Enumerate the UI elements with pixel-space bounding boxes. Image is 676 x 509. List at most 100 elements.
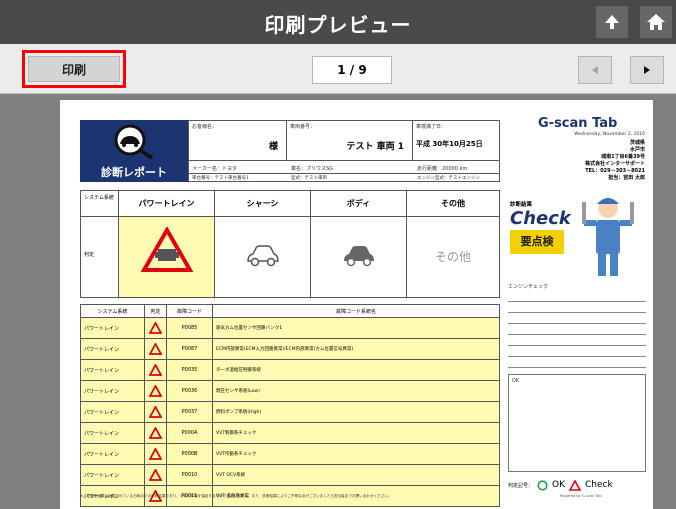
registration-value: 平成 30年10月25日 (416, 140, 483, 148)
gscan-logo: G-scan Tab (538, 116, 618, 131)
check-status-badge: 要点検 (510, 230, 564, 254)
page-indicator: 1 / 9 (312, 56, 392, 84)
table-row: パワートレイン P0010 VVT OCV系統 (80, 464, 500, 486)
warning-triangle-icon (148, 320, 163, 334)
row-code: P0087 (166, 338, 213, 360)
table-row: パワートレイン P0035 ターボ過給圧制御系統 (80, 359, 500, 381)
warning-triangle-icon (148, 341, 163, 355)
row-judge (144, 380, 167, 402)
row-description: 燃圧センサ系統(Low) (212, 380, 500, 402)
home-icon (647, 14, 665, 30)
other-status: その他 (434, 250, 471, 264)
row-system: パワートレイン (80, 464, 145, 486)
comment-text: OK (512, 378, 520, 384)
row-judge (144, 422, 167, 444)
print-button[interactable]: 印刷 (28, 56, 120, 82)
row-system: パワートレイン (80, 317, 145, 339)
triangle-right-icon (644, 66, 650, 74)
triangle-left-icon (592, 66, 598, 74)
check-result-label: 診断結果 (510, 202, 533, 208)
vehicle-info: お客様名： 様 車両番号： テスト 車両 1 車検満了日： 平成 30年10月2… (188, 120, 500, 182)
row-code: P0010 (166, 464, 213, 486)
vehicle-value: テスト 車両 1 (346, 142, 404, 152)
car-filled-icon (344, 246, 374, 267)
warning-triangle-icon (141, 227, 193, 272)
report-title: 診断レポート (101, 166, 167, 179)
shop-info: 茨城県 水戸市 城南1丁目6番39号 株式会社インターサポート TEL：029－… (585, 140, 645, 181)
footer-credit: Powered by G-scan Tab (560, 494, 602, 498)
row-code: P0037 (166, 401, 213, 423)
row-description: 燃料ポンプ系統(High) (212, 401, 500, 423)
col-powertrain: パワートレイン (119, 191, 215, 217)
engine-check-label: エンジンチェック (508, 284, 549, 290)
title-bar: 印刷プレビュー (0, 0, 676, 44)
legend-label: 判定記号： (508, 482, 534, 489)
judge-row-label: 判定 (81, 217, 119, 297)
warning-triangle-icon (148, 404, 163, 418)
ok-circle-icon (537, 479, 548, 491)
report-date: Wednesday, November 2, 2016 (574, 132, 645, 137)
print-button-highlight[interactable]: 印刷 (22, 50, 126, 88)
customer-value: 様 (268, 142, 278, 152)
engine-check-lines (508, 290, 646, 378)
row-description: VVT OCV系統 (212, 464, 500, 486)
row-judge (144, 464, 167, 486)
warning-triangle-icon (148, 425, 163, 439)
vehicle-label: 車両番号： (290, 124, 316, 130)
model: 型式：テスト車両 (291, 176, 327, 181)
report-badge: 診断レポート (80, 120, 188, 182)
row-system: パワートレイン (80, 401, 145, 423)
mechanic-icon (582, 198, 634, 276)
table-row: パワートレイン P0085 吸気カム位置センサ回路バンク1 (80, 317, 500, 339)
car-outline-icon (247, 245, 279, 267)
row-description: ECM内部異常(ECM入力回路異常)/ECM内部異常(カム位置信号異常) (212, 338, 500, 360)
footer-note: ※この診断結果は記載されている日時点での診断結果であり、今後の状態を保証するもの… (80, 494, 392, 498)
legend-ok: OK (552, 480, 566, 490)
legend: 判定記号： OK Check (508, 478, 648, 492)
home-button[interactable] (640, 6, 672, 38)
row-system: パワートレイン (80, 338, 145, 360)
row-judge (144, 443, 167, 465)
chassis-number: 車台番号：テスト車台番号1 (192, 176, 249, 181)
system-grid: システム系統 パワートレイン シャーシ ボディ その他 判定 その他 (80, 190, 500, 298)
row-code: P0035 (166, 359, 213, 381)
table-row: パワートレイン P000A VVT制御系チェック (80, 422, 500, 444)
row-code: P0085 (166, 317, 213, 339)
car-name: 車名：プリウスSG (291, 166, 334, 172)
registration-label: 車検満了日： (416, 124, 447, 130)
col-chassis: シャーシ (215, 191, 311, 217)
next-page-button[interactable] (630, 56, 664, 84)
fault-code-table: システム系統 判定 故障コード 故障コード系統名 パワートレイン P0085 吸気カ… (80, 304, 500, 507)
row-system: パワートレイン (80, 380, 145, 402)
row-judge (144, 401, 167, 423)
table-row: パワートレイン P0087 ECM内部異常(ECM入力回路異常)/ECM内部異常(カ… (80, 338, 500, 360)
check-triangle-icon (569, 479, 582, 491)
codes-header-name: 故障コード系統名 (212, 304, 500, 318)
row-system: パワートレイン (80, 422, 145, 444)
codes-header-code: 故障コード (166, 304, 213, 318)
row-judge (144, 317, 167, 339)
row-system: パワートレイン (80, 443, 145, 465)
window-title: 印刷プレビュー (264, 13, 412, 37)
report-page: 診断レポート お客様名： 様 車両番号： テスト 車両 1 車検満了日： 平成 … (60, 100, 653, 509)
row-system: パワートレイン (80, 359, 145, 381)
comment-box: OK (508, 374, 646, 472)
up-button[interactable] (596, 6, 628, 38)
row-code: P000A (166, 422, 213, 444)
powertrain-status (119, 217, 215, 297)
row-judge (144, 338, 167, 360)
prev-page-button[interactable] (578, 56, 612, 84)
row-description: VVT作動系チェック (212, 443, 500, 465)
legend-check: Check (585, 480, 613, 490)
chassis-status (215, 217, 311, 297)
col-other: その他 (407, 191, 499, 217)
engine-type: エンジン型式：テストエンジン (417, 176, 480, 181)
warning-triangle-icon (148, 467, 163, 481)
row-description: VVT制御系チェック (212, 422, 500, 444)
car-search-icon (114, 124, 154, 160)
col-body: ボディ (311, 191, 407, 217)
codes-header-system: システム系統 (80, 304, 145, 318)
warning-triangle-icon (148, 446, 163, 460)
row-code: P000B (166, 443, 213, 465)
row-code: P0036 (166, 380, 213, 402)
